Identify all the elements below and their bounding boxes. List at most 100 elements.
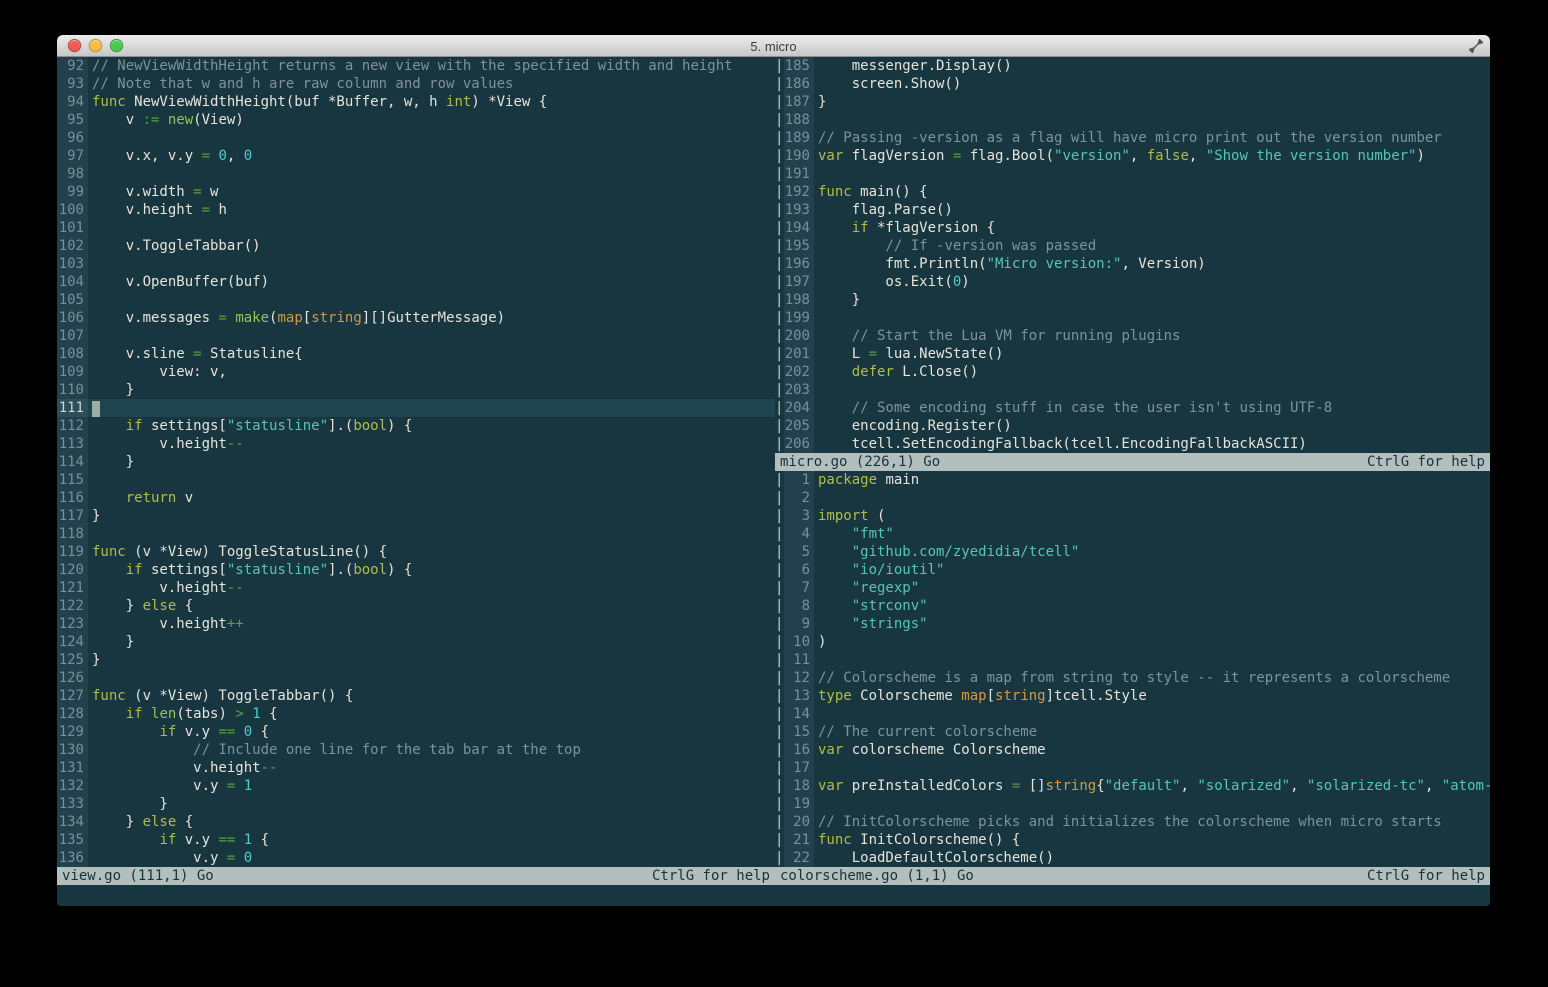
code-line[interactable]: 133 } xyxy=(57,795,775,813)
editor-pane-view-go[interactable]: 92// NewViewWidthHeight returns a new vi… xyxy=(57,57,775,867)
code-text: v.height-- xyxy=(88,759,775,777)
code-line[interactable]: |206 tcell.SetEncodingFallback(tcell.Enc… xyxy=(775,435,1490,453)
code-line[interactable]: |196 fmt.Println("Micro version:", Versi… xyxy=(775,255,1490,273)
code-line[interactable]: |4 "fmt" xyxy=(775,525,1490,543)
code-line[interactable]: 122 } else { xyxy=(57,597,775,615)
code-line[interactable]: 106 v.messages = make(map[string][]Gutte… xyxy=(57,309,775,327)
code-line[interactable]: |190var flagVersion = flag.Bool("version… xyxy=(775,147,1490,165)
code-line[interactable]: |202 defer L.Close() xyxy=(775,363,1490,381)
code-line[interactable]: |18var preInstalledColors = []string{"de… xyxy=(775,777,1490,795)
code-line[interactable]: 131 v.height-- xyxy=(57,759,775,777)
code-line[interactable]: 126 xyxy=(57,669,775,687)
code-line[interactable]: |200 // Start the Lua VM for running plu… xyxy=(775,327,1490,345)
code-line[interactable]: 128 if len(tabs) > 1 { xyxy=(57,705,775,723)
code-line[interactable]: |20// InitColorscheme picks and initiali… xyxy=(775,813,1490,831)
code-line[interactable]: 125} xyxy=(57,651,775,669)
code-line[interactable]: 119func (v *View) ToggleStatusLine() { xyxy=(57,543,775,561)
code-line[interactable]: 135 if v.y == 1 { xyxy=(57,831,775,849)
code-line[interactable]: |19 xyxy=(775,795,1490,813)
code-line[interactable]: |15// The current colorscheme xyxy=(775,723,1490,741)
code-line[interactable]: 115 xyxy=(57,471,775,489)
code-line[interactable]: 103 xyxy=(57,255,775,273)
code-line[interactable]: |8 "strconv" xyxy=(775,597,1490,615)
code-line[interactable]: 124 } xyxy=(57,633,775,651)
code-line[interactable]: 104 v.OpenBuffer(buf) xyxy=(57,273,775,291)
code-line[interactable]: |9 "strings" xyxy=(775,615,1490,633)
code-line[interactable]: 100 v.height = h xyxy=(57,201,775,219)
code-line[interactable]: |194 if *flagVersion { xyxy=(775,219,1490,237)
code-line[interactable]: 111 xyxy=(57,399,775,417)
code-line[interactable]: 92// NewViewWidthHeight returns a new vi… xyxy=(57,57,775,75)
code-line[interactable]: |198 } xyxy=(775,291,1490,309)
code-line[interactable]: 98 xyxy=(57,165,775,183)
code-line[interactable]: |197 os.Exit(0) xyxy=(775,273,1490,291)
command-line[interactable] xyxy=(57,885,1490,906)
code-line[interactable]: |12// Colorscheme is a map from string t… xyxy=(775,669,1490,687)
code-line[interactable]: |17 xyxy=(775,759,1490,777)
code-line[interactable]: |16var colorscheme Colorscheme xyxy=(775,741,1490,759)
code-line[interactable]: |3import ( xyxy=(775,507,1490,525)
code-line[interactable]: |201 L = lua.NewState() xyxy=(775,345,1490,363)
window-titlebar[interactable]: 5. micro xyxy=(57,35,1490,57)
code-line[interactable]: 109 view: v, xyxy=(57,363,775,381)
code-line[interactable]: |192func main() { xyxy=(775,183,1490,201)
code-line[interactable]: 97 v.x, v.y = 0, 0 xyxy=(57,147,775,165)
code-line[interactable]: 130 // Include one line for the tab bar … xyxy=(57,741,775,759)
code-line[interactable]: 123 v.height++ xyxy=(57,615,775,633)
code-line[interactable]: |21func InitColorscheme() { xyxy=(775,831,1490,849)
code-line[interactable]: 113 v.height-- xyxy=(57,435,775,453)
code-line[interactable]: 99 v.width = w xyxy=(57,183,775,201)
code-line[interactable]: 118 xyxy=(57,525,775,543)
code-line[interactable]: 116 return v xyxy=(57,489,775,507)
code-text: v.y = 1 xyxy=(88,777,775,795)
code-line[interactable]: |7 "regexp" xyxy=(775,579,1490,597)
code-line[interactable]: |195 // If -version was passed xyxy=(775,237,1490,255)
code-line[interactable]: |13type Colorscheme map[string]tcell.Sty… xyxy=(775,687,1490,705)
code-line[interactable]: |185 messenger.Display() xyxy=(775,57,1490,75)
code-line[interactable]: |203 xyxy=(775,381,1490,399)
code-line[interactable]: |14 xyxy=(775,705,1490,723)
code-line[interactable]: 120 if settings["statusline"].(bool) { xyxy=(57,561,775,579)
code-line[interactable]: |11 xyxy=(775,651,1490,669)
code-line[interactable]: 110 } xyxy=(57,381,775,399)
code-line[interactable]: 94func NewViewWidthHeight(buf *Buffer, w… xyxy=(57,93,775,111)
code-line[interactable]: 93// Note that w and h are raw column an… xyxy=(57,75,775,93)
code-line[interactable]: 134 } else { xyxy=(57,813,775,831)
code-line[interactable]: |187} xyxy=(775,93,1490,111)
code-line[interactable]: |22 LoadDefaultColorscheme() xyxy=(775,849,1490,867)
code-line[interactable]: 101 xyxy=(57,219,775,237)
code-line[interactable]: |193 flag.Parse() xyxy=(775,201,1490,219)
code-line[interactable]: 121 v.height-- xyxy=(57,579,775,597)
code-line[interactable]: 108 v.sline = Statusline{ xyxy=(57,345,775,363)
code-line[interactable]: 114 } xyxy=(57,453,775,471)
code-line[interactable]: 95 v := new(View) xyxy=(57,111,775,129)
line-number: 206 xyxy=(784,435,814,453)
code-line[interactable]: 102 v.ToggleTabbar() xyxy=(57,237,775,255)
code-line[interactable]: |2 xyxy=(775,489,1490,507)
code-line[interactable]: |204 // Some encoding stuff in case the … xyxy=(775,399,1490,417)
code-line[interactable]: |10) xyxy=(775,633,1490,651)
code-line[interactable]: |191 xyxy=(775,165,1490,183)
code-line[interactable]: 117} xyxy=(57,507,775,525)
code-line[interactable]: 136 v.y = 0 xyxy=(57,849,775,867)
code-line[interactable]: 105 xyxy=(57,291,775,309)
code-line[interactable]: 96 xyxy=(57,129,775,147)
code-line[interactable]: |1package main xyxy=(775,471,1490,489)
code-line[interactable]: |6 "io/ioutil" xyxy=(775,561,1490,579)
code-line[interactable]: |186 screen.Show() xyxy=(775,75,1490,93)
code-text: v.width = w xyxy=(88,183,775,201)
code-line[interactable]: |188 xyxy=(775,111,1490,129)
resize-icon[interactable] xyxy=(1469,39,1483,53)
code-line[interactable]: |189// Passing -version as a flag will h… xyxy=(775,129,1490,147)
code-line[interactable]: 107 xyxy=(57,327,775,345)
code-line[interactable]: |205 encoding.Register() xyxy=(775,417,1490,435)
editor-pane-micro-go[interactable]: |185 messenger.Display()|186 screen.Show… xyxy=(775,57,1490,453)
code-line[interactable]: 129 if v.y == 0 { xyxy=(57,723,775,741)
code-line[interactable]: 112 if settings["statusline"].(bool) { xyxy=(57,417,775,435)
code-line[interactable]: |199 xyxy=(775,309,1490,327)
editor-pane-colorscheme-go[interactable]: |1package main|2|3import (|4 "fmt"|5 "gi… xyxy=(775,471,1490,867)
code-line[interactable]: |5 "github.com/zyedidia/tcell" xyxy=(775,543,1490,561)
split-divider: | xyxy=(775,363,784,381)
code-line[interactable]: 132 v.y = 1 xyxy=(57,777,775,795)
code-line[interactable]: 127func (v *View) ToggleTabbar() { xyxy=(57,687,775,705)
